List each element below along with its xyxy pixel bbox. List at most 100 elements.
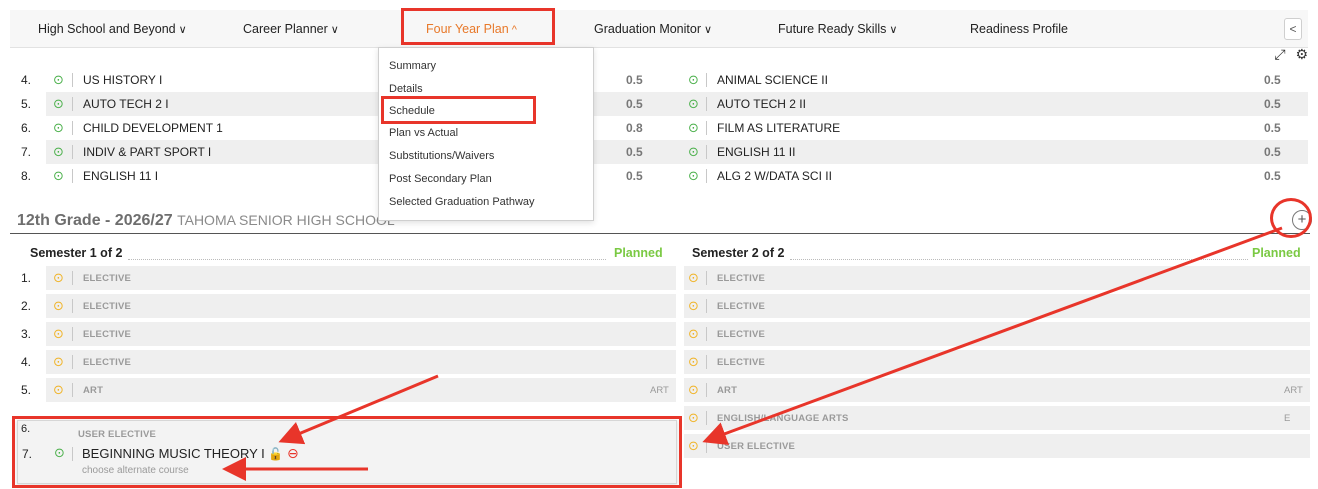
separator — [706, 73, 707, 87]
top-nav: High School and Beyond ∨ Career Planner ∨ … — [10, 10, 1308, 48]
row-number: 3. — [21, 327, 32, 341]
table-row — [46, 68, 1308, 92]
table-row — [46, 322, 676, 346]
separator — [72, 145, 73, 159]
menu-item-details[interactable]: Details — [389, 83, 423, 95]
credit-value: 0.8 — [626, 121, 643, 135]
check-circle-icon: ⊙ — [688, 72, 699, 87]
separator — [72, 355, 73, 369]
check-circle-icon: ⊙ — [53, 270, 64, 285]
course-name[interactable]: AUTO TECH 2 II — [717, 97, 806, 111]
course-name[interactable]: ALG 2 W/DATA SCI II — [717, 169, 832, 183]
semester-1-title: Semester 1 of 2 — [30, 246, 123, 260]
check-circle-icon: ⊙ — [688, 120, 699, 135]
course-placeholder[interactable]: ELECTIVE — [717, 301, 765, 312]
menu-item-summary[interactable]: Summary — [389, 60, 436, 72]
table-row — [46, 266, 676, 290]
row-number: 5. — [21, 97, 32, 111]
course-placeholder[interactable]: ELECTIVE — [717, 357, 765, 368]
credit-value: 0.5 — [1264, 121, 1281, 135]
separator — [72, 383, 73, 397]
nav-label: High School and Beyond — [38, 22, 176, 36]
course-placeholder[interactable]: USER ELECTIVE — [717, 441, 795, 452]
annotation-circle-add — [1270, 198, 1312, 238]
menu-item-post-secondary-plan[interactable]: Post Secondary Plan — [389, 173, 492, 185]
divider — [10, 233, 1310, 234]
nav-graduation-monitor[interactable]: Graduation Monitor ∨ — [594, 10, 712, 48]
check-circle-icon: ⊙ — [688, 410, 699, 425]
menu-item-selected-graduation-pathway[interactable]: Selected Graduation Pathway — [389, 196, 535, 208]
separator — [72, 97, 73, 111]
row-number: 5. — [21, 383, 32, 397]
chevron-down-icon: ∨ — [889, 24, 898, 36]
annotation-box-four-year-plan — [401, 8, 555, 45]
table-row — [684, 294, 1310, 318]
check-circle-icon: ⊙ — [688, 438, 699, 453]
check-circle-icon: ⊙ — [688, 326, 699, 341]
course-name[interactable]: ENGLISH 11 I — [83, 169, 158, 183]
course-placeholder[interactable]: ELECTIVE — [717, 329, 765, 340]
course-placeholder[interactable]: ENGLISH/LANGUAGE ARTS — [717, 413, 849, 424]
dotted-leader — [790, 259, 1248, 260]
check-circle-icon: ⊙ — [53, 382, 64, 397]
menu-item-substitutions-waivers[interactable]: Substitutions/Waivers — [389, 150, 494, 162]
check-circle-icon: ⊙ — [688, 168, 699, 183]
check-circle-icon: ⊙ — [53, 144, 64, 159]
course-name[interactable]: US HISTORY I — [83, 73, 162, 87]
toolbar-icons: ⤢ ⚙ — [1274, 46, 1308, 63]
check-circle-icon: ⊙ — [53, 72, 64, 87]
credit-value: 0.5 — [626, 73, 643, 87]
check-circle-icon: ⊙ — [53, 96, 64, 111]
collapse-button[interactable]: < — [1284, 18, 1302, 40]
table-row — [46, 140, 1308, 164]
course-placeholder[interactable]: ART — [83, 385, 103, 396]
gear-icon[interactable]: ⚙ — [1295, 46, 1308, 62]
course-name[interactable]: ANIMAL SCIENCE II — [717, 73, 828, 87]
nav-future-ready-skills[interactable]: Future Ready Skills ∨ — [778, 10, 897, 48]
chevron-down-icon: ∨ — [704, 24, 713, 36]
check-circle-icon: ⊙ — [53, 326, 64, 341]
separator — [72, 271, 73, 285]
credit-value: 0.5 — [1264, 169, 1281, 183]
check-circle-icon: ⊙ — [688, 270, 699, 285]
course-placeholder[interactable]: ELECTIVE — [83, 357, 131, 368]
nav-readiness-profile[interactable]: Readiness Profile — [970, 10, 1068, 48]
course-placeholder[interactable]: ELECTIVE — [83, 301, 131, 312]
credit-value: 0.5 — [626, 97, 643, 111]
separator — [72, 169, 73, 183]
course-placeholder[interactable]: ELECTIVE — [717, 273, 765, 284]
separator — [706, 327, 707, 341]
nav-career-planner[interactable]: Career Planner ∨ — [243, 10, 339, 48]
course-placeholder[interactable]: ART — [717, 385, 737, 396]
course-name[interactable]: AUTO TECH 2 I — [83, 97, 169, 111]
table-row — [684, 350, 1310, 374]
course-name[interactable]: FILM AS LITERATURE — [717, 121, 840, 135]
check-circle-icon: ⊙ — [688, 382, 699, 397]
grade-year: 12th Grade - 2026/27 — [17, 212, 173, 229]
course-name[interactable]: ENGLISH 11 II — [717, 145, 795, 159]
nav-label: Graduation Monitor — [594, 22, 702, 36]
row-number: 8. — [21, 169, 32, 183]
course-name[interactable]: CHILD DEVELOPMENT 1 — [83, 121, 223, 135]
nav-label: Future Ready Skills — [778, 22, 887, 36]
check-circle-icon: ⊙ — [53, 354, 64, 369]
menu-item-plan-vs-actual[interactable]: Plan vs Actual — [389, 127, 458, 139]
nav-high-school-and-beyond[interactable]: High School and Beyond ∨ — [38, 10, 187, 48]
separator — [706, 145, 707, 159]
check-circle-icon: ⊙ — [688, 96, 699, 111]
table-row — [684, 266, 1310, 290]
table-row — [46, 350, 676, 374]
table-row — [46, 164, 1308, 188]
separator — [706, 355, 707, 369]
credit-value: 0.5 — [626, 145, 643, 159]
separator — [72, 73, 73, 87]
expand-icon[interactable]: ⤢ — [1274, 46, 1285, 62]
course-placeholder[interactable]: ELECTIVE — [83, 329, 131, 340]
row-number: 1. — [21, 271, 32, 285]
table-row — [46, 116, 1308, 140]
check-circle-icon: ⊙ — [688, 298, 699, 313]
separator — [706, 411, 707, 425]
separator — [706, 271, 707, 285]
course-name[interactable]: INDIV & PART SPORT I — [83, 145, 211, 159]
course-placeholder[interactable]: ELECTIVE — [83, 273, 131, 284]
